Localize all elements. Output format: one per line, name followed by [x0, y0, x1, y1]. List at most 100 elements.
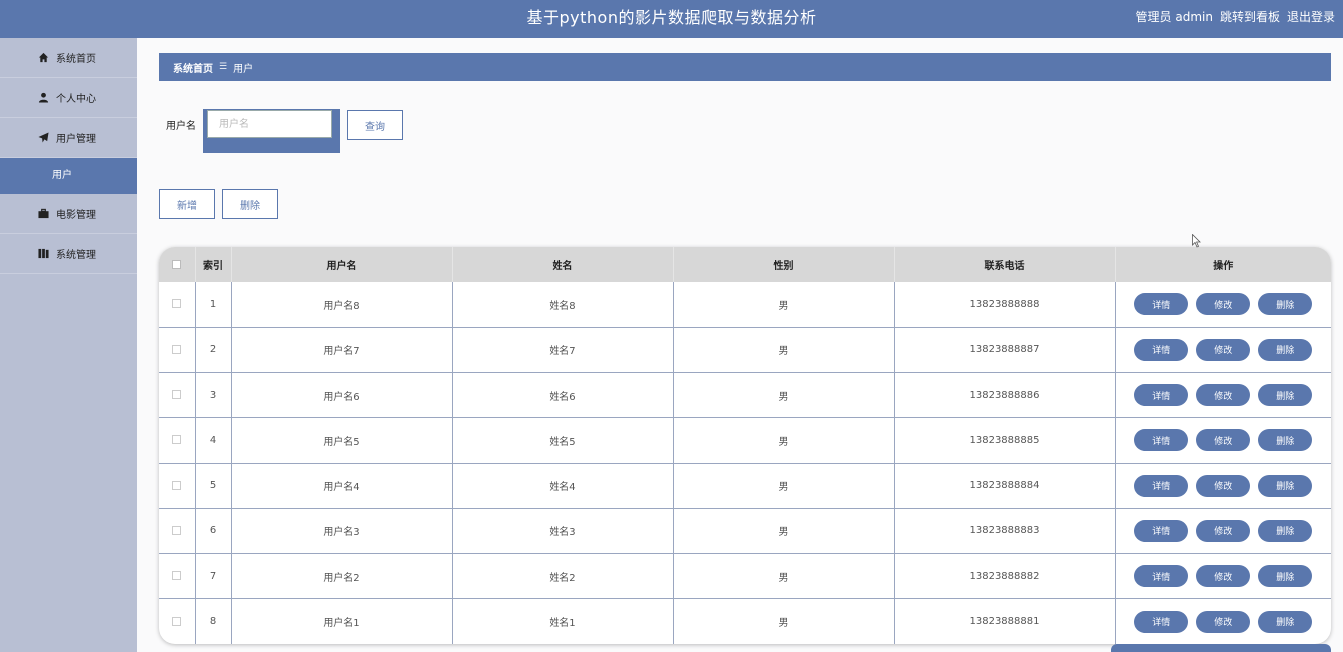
header-actions: 管理员 admin 跳转到看板 退出登录 [1136, 0, 1335, 38]
edit-button[interactable]: 修改 [1196, 610, 1251, 633]
row-select-cell[interactable] [159, 463, 196, 509]
column-header-gender: 性别 [673, 247, 895, 282]
sidebar-item-system-management[interactable]: 系统管理 [0, 234, 137, 274]
table-row: 8 用户名1 姓名1 男 13823888881 详情 修改 删除 [159, 598, 1331, 644]
cell-phone: 13823888881 [894, 598, 1116, 644]
detail-button[interactable]: 详情 [1134, 565, 1189, 588]
column-header-phone: 联系电话 [894, 247, 1116, 282]
cell-gender: 男 [673, 598, 895, 644]
delete-button[interactable]: 删除 [1258, 429, 1313, 452]
row-actions: 详情 修改 删除 [1116, 429, 1332, 452]
cell-name: 姓名6 [452, 372, 674, 419]
search-input[interactable] [207, 110, 332, 138]
edit-button[interactable]: 修改 [1196, 384, 1251, 407]
table-row: 2 用户名7 姓名7 男 13823888887 详情 修改 删除 [159, 327, 1331, 374]
breadcrumb-home[interactable]: 系统首页 [173, 60, 213, 75]
cell-actions: 详情 修改 删除 [1115, 327, 1331, 374]
cell-phone: 13823888887 [894, 327, 1116, 374]
edit-button[interactable]: 修改 [1196, 293, 1251, 316]
sidebar-item-movie-management[interactable]: 电影管理 [0, 194, 137, 234]
delete-button[interactable]: 删除 [1258, 384, 1313, 407]
cell-phone: 13823888886 [894, 372, 1116, 419]
add-button[interactable]: 新增 [159, 189, 215, 219]
detail-button[interactable]: 详情 [1134, 519, 1189, 542]
cell-name: 姓名4 [452, 463, 674, 509]
edit-button[interactable]: 修改 [1196, 429, 1251, 452]
table-row: 1 用户名8 姓名8 男 13823888888 详情 修改 删除 [159, 282, 1331, 328]
edit-button[interactable]: 修改 [1196, 519, 1251, 542]
cell-phone: 13823888883 [894, 508, 1116, 555]
row-select-cell[interactable] [159, 282, 196, 328]
row-select-cell[interactable] [159, 553, 196, 600]
cell-username: 用户名1 [231, 598, 453, 644]
cell-actions: 详情 修改 删除 [1115, 599, 1331, 644]
cell-gender: 男 [673, 282, 895, 328]
top-header: 基于python的影片数据爬取与数据分析 管理员 admin 跳转到看板 退出登… [0, 0, 1343, 38]
detail-button[interactable]: 详情 [1134, 384, 1189, 407]
sidebar-item-label: 电影管理 [56, 210, 96, 221]
edit-button[interactable]: 修改 [1196, 565, 1251, 588]
delete-button[interactable]: 删除 [1258, 565, 1313, 588]
select-all-checkbox[interactable] [172, 259, 182, 269]
user-icon [36, 91, 50, 105]
row-checkbox[interactable] [172, 299, 182, 309]
row-select-cell[interactable] [159, 417, 196, 464]
detail-button[interactable]: 详情 [1134, 610, 1189, 633]
cell-gender: 男 [673, 417, 895, 464]
delete-button[interactable]: 删除 [1258, 519, 1313, 542]
detail-button[interactable]: 详情 [1134, 338, 1189, 361]
cell-name: 姓名8 [452, 282, 674, 328]
detail-button[interactable]: 详情 [1134, 429, 1189, 452]
bottom-edge-bar [1111, 644, 1331, 652]
breadcrumb-separator-icon: ☰ [219, 62, 228, 72]
cell-name: 姓名7 [452, 327, 674, 374]
detail-button[interactable]: 详情 [1134, 474, 1189, 497]
delete-button[interactable]: 删除 [1258, 474, 1313, 497]
table-row: 3 用户名6 姓名6 男 13823888886 详情 修改 删除 [159, 372, 1331, 419]
search-label: 用户名 [166, 121, 196, 132]
row-select-cell[interactable] [159, 327, 196, 374]
select-all-cell[interactable] [159, 247, 196, 282]
row-select-cell[interactable] [159, 508, 196, 555]
sidebar-item-user-management[interactable]: 用户管理 [0, 118, 137, 158]
row-checkbox[interactable] [172, 571, 182, 581]
row-checkbox[interactable] [172, 344, 182, 354]
column-header-name: 姓名 [452, 247, 674, 282]
cell-actions: 详情 修改 删除 [1115, 553, 1331, 600]
row-actions: 详情 修改 删除 [1116, 519, 1332, 542]
sidebar-subitem-users[interactable]: 用户 [0, 158, 137, 194]
edit-button[interactable]: 修改 [1196, 474, 1251, 497]
delete-button[interactable]: 删除 [1258, 610, 1313, 633]
row-checkbox[interactable] [172, 435, 182, 445]
dashboard-link[interactable]: 跳转到看板 [1220, 0, 1280, 38]
cell-gender: 男 [673, 372, 895, 419]
cell-username: 用户名4 [231, 463, 453, 509]
column-header-index: 索引 [195, 247, 232, 282]
cell-gender: 男 [673, 553, 895, 600]
row-checkbox[interactable] [172, 525, 182, 535]
cell-index: 6 [195, 508, 232, 555]
cell-username: 用户名2 [231, 553, 453, 600]
row-checkbox[interactable] [172, 480, 182, 490]
detail-button[interactable]: 详情 [1134, 293, 1189, 316]
cell-index: 4 [195, 417, 232, 464]
send-icon [36, 131, 50, 145]
cell-phone: 13823888888 [894, 282, 1116, 328]
batch-delete-button[interactable]: 删除 [222, 189, 278, 219]
row-select-cell[interactable] [159, 598, 196, 644]
row-checkbox[interactable] [172, 616, 182, 626]
logout-link[interactable]: 退出登录 [1287, 0, 1335, 38]
delete-button[interactable]: 删除 [1258, 338, 1313, 361]
row-checkbox[interactable] [172, 390, 182, 400]
sidebar-item-profile[interactable]: 个人中心 [0, 78, 137, 118]
delete-button[interactable]: 删除 [1258, 293, 1313, 316]
search-button[interactable]: 查询 [347, 110, 403, 140]
book-icon [36, 247, 50, 261]
table-row: 5 用户名4 姓名4 男 13823888884 详情 修改 删除 [159, 463, 1331, 509]
cell-actions: 详情 修改 删除 [1115, 508, 1332, 555]
edit-button[interactable]: 修改 [1196, 338, 1251, 361]
sidebar-item-home[interactable]: 系统首页 [0, 38, 137, 78]
table-row: 6 用户名3 姓名3 男 13823888883 详情 修改 删除 [159, 508, 1332, 555]
row-select-cell[interactable] [159, 372, 196, 419]
cell-actions: 详情 修改 删除 [1115, 282, 1331, 328]
